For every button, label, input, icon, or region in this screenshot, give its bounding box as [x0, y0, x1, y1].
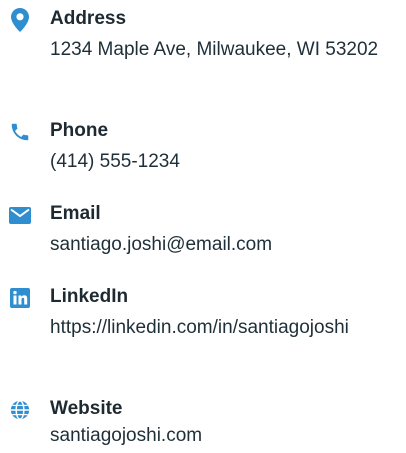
phone-icon: [8, 120, 32, 144]
contact-list: Address 1234 Maple Ave, Milwaukee, WI 53…: [0, 0, 406, 453]
envelope-icon: [8, 203, 32, 227]
linkedin-icon: [8, 286, 32, 310]
email-label: Email: [50, 203, 101, 224]
website-link[interactable]: santiagojoshi.com: [50, 421, 390, 450]
website-label: Website: [50, 398, 123, 419]
address-value: 1234 Maple Ave, Milwaukee, WI 53202: [50, 39, 379, 60]
linkedin-link[interactable]: https://linkedin.com/in/santiagojoshi: [50, 313, 390, 342]
address-label: Address: [50, 8, 127, 29]
linkedin-label: LinkedIn: [50, 286, 129, 307]
phone-label: Phone: [50, 120, 109, 141]
globe-icon: [8, 398, 32, 422]
phone-link[interactable]: (414) 555-1234: [50, 147, 390, 176]
email-link[interactable]: santiago.joshi@email.com: [50, 230, 390, 259]
location-pin-icon: [8, 8, 32, 32]
